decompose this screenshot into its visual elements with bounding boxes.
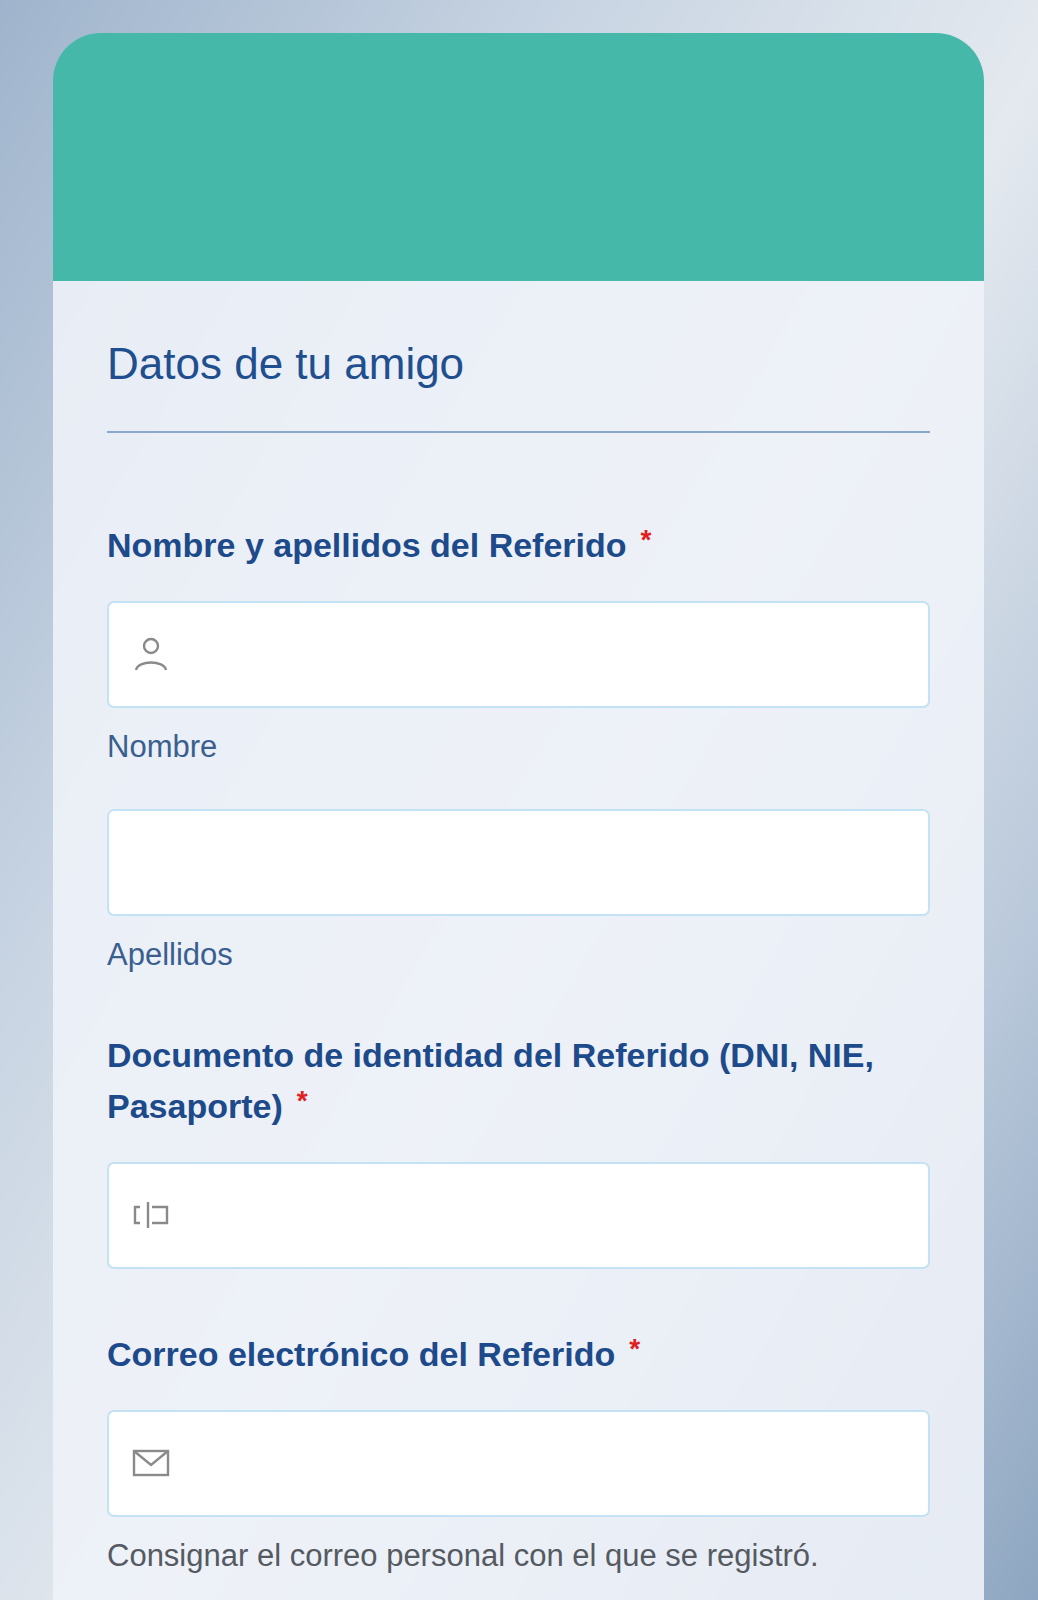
text-input[interactable] [187, 1197, 906, 1233]
text-field[interactable] [107, 809, 930, 916]
id-card-icon [131, 1195, 171, 1235]
required-mark: * [297, 1085, 308, 1116]
text-field[interactable] [107, 1162, 930, 1269]
text-input[interactable] [187, 636, 906, 672]
card-header [53, 33, 984, 281]
envelope-icon [131, 1443, 171, 1483]
section-title: Datos de tu amigo [107, 338, 930, 391]
divider [107, 431, 930, 433]
field-label: Documento de identidad del Referido (DNI… [107, 1030, 930, 1132]
required-mark: * [641, 524, 652, 555]
text-input[interactable] [131, 844, 906, 880]
person-icon [131, 634, 171, 674]
input-hint: Apellidos [107, 936, 930, 973]
helper-text: Consignar el correo personal con el que … [107, 1537, 930, 1574]
required-mark: * [629, 1333, 640, 1364]
text-input[interactable] [187, 1445, 906, 1481]
form-card: Datos de tu amigo Nombre y apellidos del … [53, 33, 984, 1600]
card-body: Datos de tu amigo Nombre y apellidos del … [53, 281, 984, 1600]
text-field[interactable] [107, 601, 930, 708]
input-hint: Nombre [107, 728, 930, 765]
page: Datos de tu amigo Nombre y apellidos del … [0, 0, 1038, 1600]
text-field[interactable] [107, 1410, 930, 1517]
field-label: Correo electrónico del Referido* [107, 1329, 930, 1380]
field-label: Nombre y apellidos del Referido* [107, 520, 930, 571]
